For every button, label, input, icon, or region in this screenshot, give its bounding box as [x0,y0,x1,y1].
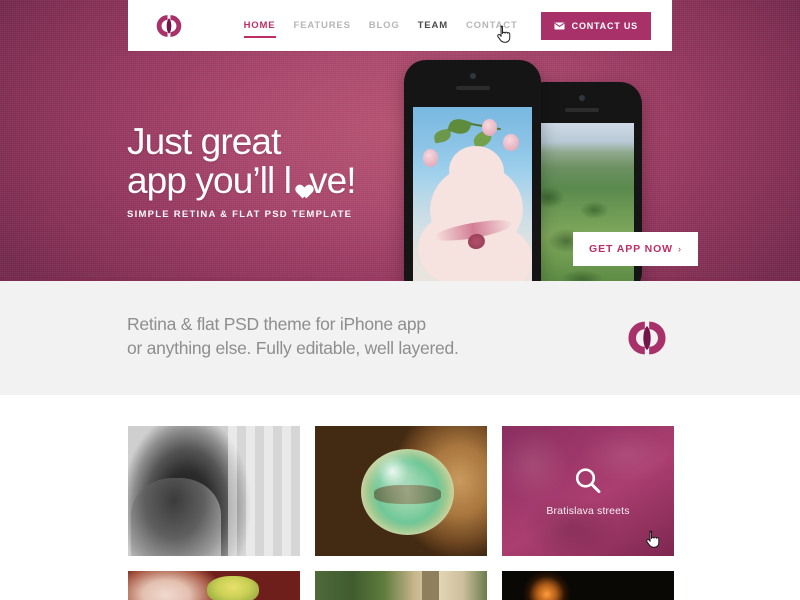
interlocking-c-logo-icon [156,14,182,37]
tagline-line2: or anything else. Fully editable, well l… [127,338,459,358]
food-photo [128,571,300,600]
portrait-photo [128,426,300,556]
gallery-row-container: Bratislava streets [128,426,674,600]
gallery-tile-night[interactable] [502,571,674,600]
hero-title-line2-b: ve! [309,160,357,201]
flower-bud [422,149,438,167]
nav-item-home[interactable]: HOME [235,19,285,38]
envelope-icon [554,22,565,29]
iphone-front-mockup [404,60,541,281]
flower-bud [503,134,519,152]
tagline-text: Retina & flat PSD theme for iPhone app o… [127,312,459,360]
logo[interactable] [149,10,193,41]
tagline-line1: Retina & flat PSD theme for iPhone app [127,314,426,334]
soap-bubble [361,449,455,536]
church-photo [315,571,487,600]
contact-us-label: CONTACT US [571,20,638,31]
flower-bud [482,118,498,136]
speaker-grille [455,86,490,90]
page-root: Just great app you’ll l ve! SIMPLE RETIN… [0,0,800,600]
site-header: HOME FEATURES BLOG TEAM CONTACT CONTACT … [128,0,672,51]
hero-title-line2: app you’ll l ve! [127,160,357,201]
gallery-tile-caption: Bratislava streets [546,504,630,517]
heart-icon [292,179,309,195]
get-app-now-button[interactable]: GET APP NOW › [573,232,698,266]
camera-icon [469,73,476,79]
contact-us-button[interactable]: CONTACT US [540,11,651,40]
nav-item-contact[interactable]: CONTACT [457,19,527,33]
night-photo [502,571,674,600]
hero-title-line1: Just great [127,121,281,162]
gallery-tile-church[interactable] [315,571,487,600]
band-logo [617,317,677,359]
gallery-tile-portrait[interactable] [128,426,300,556]
hero-title: Just great app you’ll l ve! [127,121,357,201]
hero-copy: Just great app you’ll l ve! SIMPLE RETIN… [127,121,357,220]
nav-item-features[interactable]: FEATURES [285,19,360,33]
search-icon [575,467,601,493]
gallery-tile-food[interactable] [128,571,300,600]
hero-subtitle: SIMPLE RETINA & FLAT PSD TEMPLATE [127,209,353,220]
gallery-tile-bratislava-streets[interactable]: Bratislava streets [502,426,674,556]
hero-title-line2-a: app you’ll l [127,160,292,201]
gallery-grid: Bratislava streets [128,426,674,600]
iphone-front-screen [413,107,532,281]
gallery-tile-hover-overlay: Bratislava streets [502,426,674,556]
camera-icon [579,95,585,101]
speaker-grille [565,108,599,112]
interlocking-c-logo-icon [628,321,666,355]
get-app-now-label: GET APP NOW [589,243,673,255]
main-navigation: HOME FEATURES BLOG TEAM CONTACT CONTACT … [235,11,672,40]
gallery-tile-bubble[interactable] [315,426,487,556]
chevron-right-icon: › [678,244,682,254]
pink-magnolia-flower-image [413,107,532,281]
bubble-photo [315,426,487,556]
nav-list: HOME FEATURES BLOG TEAM CONTACT [235,19,527,38]
nav-item-blog[interactable]: BLOG [360,19,409,33]
nav-item-team[interactable]: TEAM [409,19,457,33]
